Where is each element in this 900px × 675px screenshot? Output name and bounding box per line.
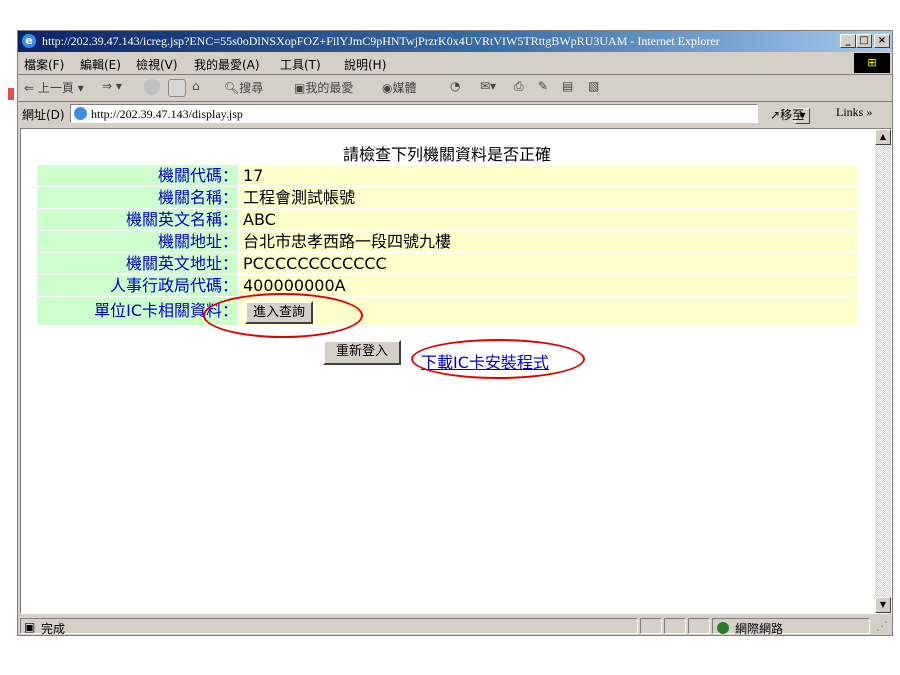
go-label: 移至 (780, 108, 805, 122)
edit-icon[interactable]: ✎ (538, 79, 548, 93)
row-agency-code: 機關代碼： 17 (37, 165, 857, 186)
messenger-icon[interactable]: ▧ (588, 79, 599, 93)
row-value: PCCCCCCCCCCCC (239, 253, 857, 274)
row-label: 單位IC卡相關資料： (37, 297, 238, 325)
page-icon (74, 107, 87, 120)
stop-icon[interactable] (144, 79, 160, 95)
address-bar: 網址(D) http://202.39.47.143/display.jsp ▼… (18, 102, 892, 126)
row-value (239, 297, 857, 325)
maximize-button[interactable]: □ (856, 34, 872, 48)
menu-bar: 檔案(F) 編輯(E) 檢視(V) 我的最愛(A) 工具(T) 說明(H) ⊞ (18, 52, 892, 75)
search-button[interactable]: 🔍︎搜尋 (224, 79, 263, 96)
scroll-up-icon[interactable]: ▲ (875, 129, 891, 145)
discuss-icon[interactable]: ▤ (562, 79, 573, 93)
row-label: 機關英文名稱： (37, 209, 238, 230)
vertical-scrollbar[interactable]: ▲ ▼ (875, 129, 891, 613)
menu-help[interactable]: 說明(H) (344, 56, 386, 73)
row-address: 機關地址： 台北市忠孝西路一段四號九樓 (37, 231, 857, 252)
row-value-text: 台北市忠孝西路一段四號九樓 (243, 232, 452, 251)
row-value-text: ABC (243, 210, 276, 229)
relogin-button[interactable]: 重新登入 (323, 340, 401, 365)
edge-mark (8, 88, 14, 100)
row-value-text: 400000000A (243, 276, 346, 295)
back-label: 上一頁 (37, 81, 74, 95)
favorites-button[interactable]: ▣我的最愛 (294, 79, 353, 96)
page-title: 請檢查下列機關資料是否正確 (342, 145, 551, 164)
mail-icon[interactable]: ✉▾ (480, 79, 496, 93)
menu-file[interactable]: 檔案(F) (24, 56, 64, 73)
home-icon[interactable]: ⌂ (192, 79, 200, 93)
row-value-text: 17 (243, 166, 264, 185)
page-content: 請檢查下列機關資料是否正確 機關代碼： 17 機關名稱： 工程會測試帳號 機關英… (20, 128, 892, 614)
download-ic-installer-link[interactable]: 下載IC卡安裝程式 (421, 349, 549, 373)
resize-grip-icon[interactable]: ⋰ (876, 619, 888, 633)
row-label: 機關英文地址： (37, 253, 238, 274)
toolbar: ⇐ 上一頁 ▾ ⇒ ▾ ⌂ 🔍︎搜尋 ▣我的最愛 ◉媒體 ◔ ✉▾ ⎙ ✎ ▤ … (18, 75, 892, 102)
search-label: 搜尋 (239, 81, 264, 95)
address-url: http://202.39.47.143/display.jsp (91, 107, 243, 121)
row-label: 機關名稱： (37, 187, 238, 208)
title-bar: e http://202.39.47.143/icreg.jsp?ENC=55s… (18, 31, 892, 52)
zone-label: 網際網路 (735, 622, 784, 636)
row-value: 17 (239, 165, 857, 186)
row-ic-card: 單位IC卡相關資料： (37, 297, 857, 325)
status-zone: 網際網路 (712, 618, 870, 636)
row-value: 台北市忠孝西路一段四號九樓 (239, 231, 857, 252)
close-button[interactable]: × (874, 34, 890, 48)
back-arrow-icon: ⇐ (24, 81, 35, 95)
row-label: 機關地址： (37, 231, 238, 252)
globe-icon (717, 620, 729, 634)
back-button[interactable]: ⇐ 上一頁 ▾ (24, 79, 84, 96)
row-value: ABC (239, 209, 857, 230)
row-english-name: 機關英文名稱： ABC (37, 209, 857, 230)
ie-icon: e (22, 34, 36, 48)
menu-favorites[interactable]: 我的最愛(A) (194, 56, 260, 73)
query-button[interactable]: 進入查詢 (245, 301, 313, 324)
scroll-down-icon[interactable]: ▼ (875, 597, 891, 613)
status-page-icon: ▣ (24, 620, 36, 634)
row-agency-name: 機關名稱： 工程會測試帳號 (37, 187, 857, 208)
row-label: 機關代碼： (37, 165, 238, 186)
menu-tools[interactable]: 工具(T) (280, 56, 321, 73)
media-icon: ◉ (382, 81, 393, 95)
row-value: 400000000A (239, 275, 857, 296)
links-button[interactable]: Links » (836, 105, 872, 120)
favorites-icon: ▣ (294, 81, 306, 95)
status-cell (640, 618, 662, 634)
status-text: 完成 (41, 622, 66, 636)
media-label: 媒體 (392, 81, 417, 95)
address-label: 網址(D) (22, 108, 65, 122)
forward-button[interactable]: ⇒ ▾ (102, 79, 122, 93)
favorites-label: 我的最愛 (305, 81, 354, 95)
row-personnel-code: 人事行政局代碼： 400000000A (37, 275, 857, 296)
row-label: 人事行政局代碼： (37, 275, 238, 296)
search-icon: 🔍︎ (224, 81, 240, 95)
status-cell (664, 618, 686, 634)
status-cell (688, 618, 710, 634)
row-value-text: PCCCCCCCCCCCC (243, 254, 387, 273)
row-value-text: 工程會測試帳號 (243, 188, 356, 207)
print-icon[interactable]: ⎙ (514, 79, 524, 94)
browser-window: e http://202.39.47.143/icreg.jsp?ENC=55s… (17, 30, 893, 636)
row-value: 工程會測試帳號 (239, 187, 857, 208)
go-arrow-icon: ↗ (770, 108, 781, 122)
row-english-address: 機關英文地址： PCCCCCCCCCCCC (37, 253, 857, 274)
windows-logo-icon: ⊞ (854, 53, 890, 73)
window-title: http://202.39.47.143/icreg.jsp?ENC=55s0o… (42, 34, 720, 48)
address-input[interactable]: http://202.39.47.143/display.jsp ▼ (70, 104, 810, 124)
refresh-icon[interactable] (168, 79, 186, 97)
go-button[interactable]: ↗移至 (770, 106, 804, 123)
menu-edit[interactable]: 編輯(E) (80, 56, 121, 73)
status-main: ▣ 完成 (20, 618, 638, 636)
menu-view[interactable]: 檢視(V) (136, 56, 178, 73)
media-button[interactable]: ◉媒體 (382, 79, 417, 96)
status-bar: ▣ 完成 網際網路 ⋰ (18, 616, 892, 636)
history-icon[interactable]: ◔ (450, 79, 460, 93)
minimize-button[interactable]: _ (840, 34, 856, 48)
